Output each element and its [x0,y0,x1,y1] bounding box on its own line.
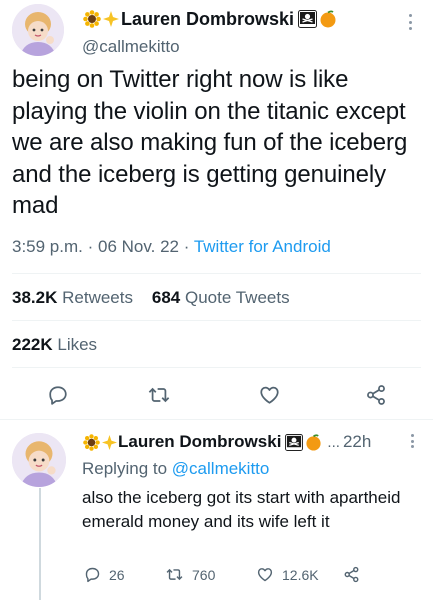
retweet-count: 760 [192,566,216,583]
retweets-count: 38.2K [12,288,58,307]
reply-icon[interactable] [44,381,72,409]
reply-retweet-button[interactable]: 760 [165,566,215,583]
meta-separator: · [87,237,94,256]
author-handle[interactable]: @callmekitto [82,37,180,57]
likes-stats[interactable]: 222K Likes [12,335,97,355]
more-options-icon[interactable] [410,434,415,448]
sparkle-icon [102,9,120,29]
divider [12,367,421,368]
tweet-source[interactable]: Twitter for Android [194,237,331,256]
orange-icon [318,9,338,29]
likes-label: Likes [57,335,98,354]
orange-icon [304,433,323,452]
share-icon [344,566,359,583]
reply-text: also the iceberg got its start with apar… [82,488,401,531]
retweets-label: Retweets [62,288,133,307]
likes-count: 222K [12,335,53,354]
reply-reply-button[interactable]: 26 [84,566,125,583]
retweets-link[interactable]: 38.2K Retweets [12,288,133,307]
tweet-time[interactable]: 3:59 p.m. [12,237,83,256]
sunflower-icon [82,9,102,29]
avatar[interactable] [12,433,66,487]
divider [12,320,421,321]
reply-age[interactable]: 22h [343,432,371,452]
divider [0,419,433,420]
pirate-flag-icon [296,9,318,29]
quotes-link[interactable]: 684 Quote Tweets [152,288,290,307]
thread-line [39,488,41,600]
quotes-label: Quote Tweets [185,288,290,307]
reply-like-button[interactable]: 12.6K [256,566,319,583]
author-display-name: Lauren Dombrowski [121,8,295,29]
more-options-icon[interactable] [407,14,413,30]
share-icon[interactable] [362,381,390,409]
reply-share-button[interactable] [343,566,368,583]
tweet-text: being on Twitter right now is like playi… [12,66,408,219]
retweet-icon[interactable] [145,381,173,409]
reply-author-display-name: Lauren Dombrowski [118,432,282,451]
handle-ellipsis: ... [327,433,340,451]
avatar[interactable] [12,4,64,56]
retweet-icon [166,568,183,581]
like-count: 12.6K [282,566,319,583]
reply-count: 26 [109,566,125,583]
sparkle-icon [101,433,118,452]
pirate-flag-icon [283,433,304,452]
sunflower-icon [82,433,101,452]
retweet-stats: 38.2K Retweets 684 Quote Tweets [12,288,290,308]
meta-separator: · [183,237,190,256]
quotes-count: 684 [151,288,181,307]
tweet-date[interactable]: 06 Nov. 22 [98,237,179,256]
replying-prefix: Replying to [82,459,168,478]
reply-icon [85,567,100,583]
tweet-timestamp: 3:59 p.m. · 06 Nov. 22 · Twitter for And… [12,237,331,257]
replying-to: Replying to @callmekitto [82,459,269,479]
like-icon [257,568,273,582]
like-icon[interactable] [255,381,283,409]
replying-mention[interactable]: @callmekitto [172,459,270,478]
author-name-row[interactable]: Lauren Dombrowski [82,7,338,31]
divider [12,273,421,274]
reply-author-name-row[interactable]: Lauren Dombrowski ... 22h [82,431,371,453]
